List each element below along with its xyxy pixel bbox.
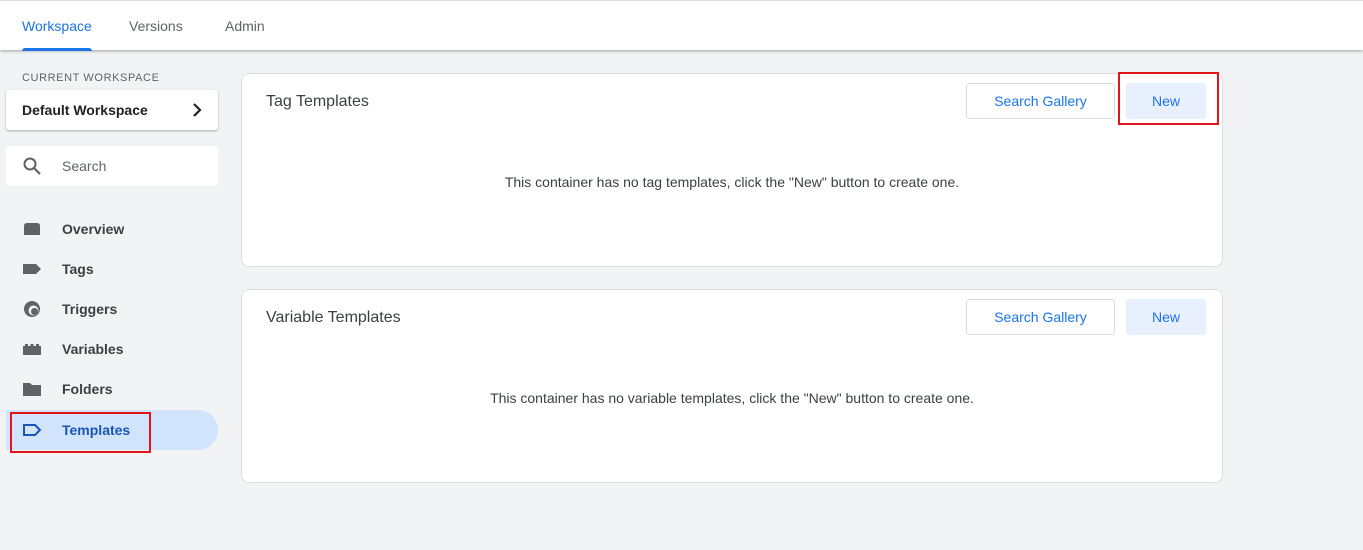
sidebar-item-tags[interactable]: Tags [6,249,218,289]
tab-versions[interactable]: Versions [129,1,183,51]
tag-templates-card: Tag Templates Search Gallery New This co… [241,73,1223,267]
trigger-icon [24,301,40,317]
template-icon [23,424,42,436]
chevron-right-icon [193,103,202,117]
sidebar-item-triggers[interactable]: Triggers [6,289,218,329]
sidebar-item-variables[interactable]: Variables [6,329,218,369]
sidebar-item-label: Triggers [62,301,118,317]
new-variable-template-button[interactable]: New [1126,299,1206,335]
tab-workspace[interactable]: Workspace [22,1,92,51]
top-tab-bar: Workspace Versions Admin [0,0,1363,51]
search-input[interactable] [62,154,202,178]
search-gallery-button[interactable]: Search Gallery [966,299,1115,335]
sidebar-item-label: Variables [62,341,124,357]
sidebar-item-label: Overview [62,221,125,237]
sidebar-item-templates[interactable]: Templates [6,410,218,450]
workspace-name: Default Workspace [22,102,148,118]
overview-icon [24,223,40,235]
card-title: Tag Templates [266,93,369,110]
sidebar-item-folders[interactable]: Folders [6,369,218,409]
empty-message: This container has no variable templates… [490,390,974,406]
current-workspace-label: CURRENT WORKSPACE [22,72,160,84]
tab-admin[interactable]: Admin [225,1,265,51]
empty-message: This container has no tag templates, cli… [504,174,960,190]
new-tag-template-button[interactable]: New [1126,83,1206,119]
sidebar-item-label: Templates [62,422,131,438]
search-gallery-button[interactable]: Search Gallery [966,83,1115,119]
card-title: Variable Templates [266,309,401,326]
sidebar-item-label: Folders [62,381,113,397]
workspace-selector[interactable]: Default Workspace [6,90,218,130]
search-box [6,146,218,186]
variables-icon [23,344,41,355]
tag-icon [23,264,41,274]
sidebar-item-label: Tags [62,261,94,277]
variable-templates-card: Variable Templates Search Gallery New Th… [241,289,1223,483]
folder-icon [23,383,41,396]
search-icon [23,157,41,175]
sidebar-item-overview[interactable]: Overview [6,209,218,249]
